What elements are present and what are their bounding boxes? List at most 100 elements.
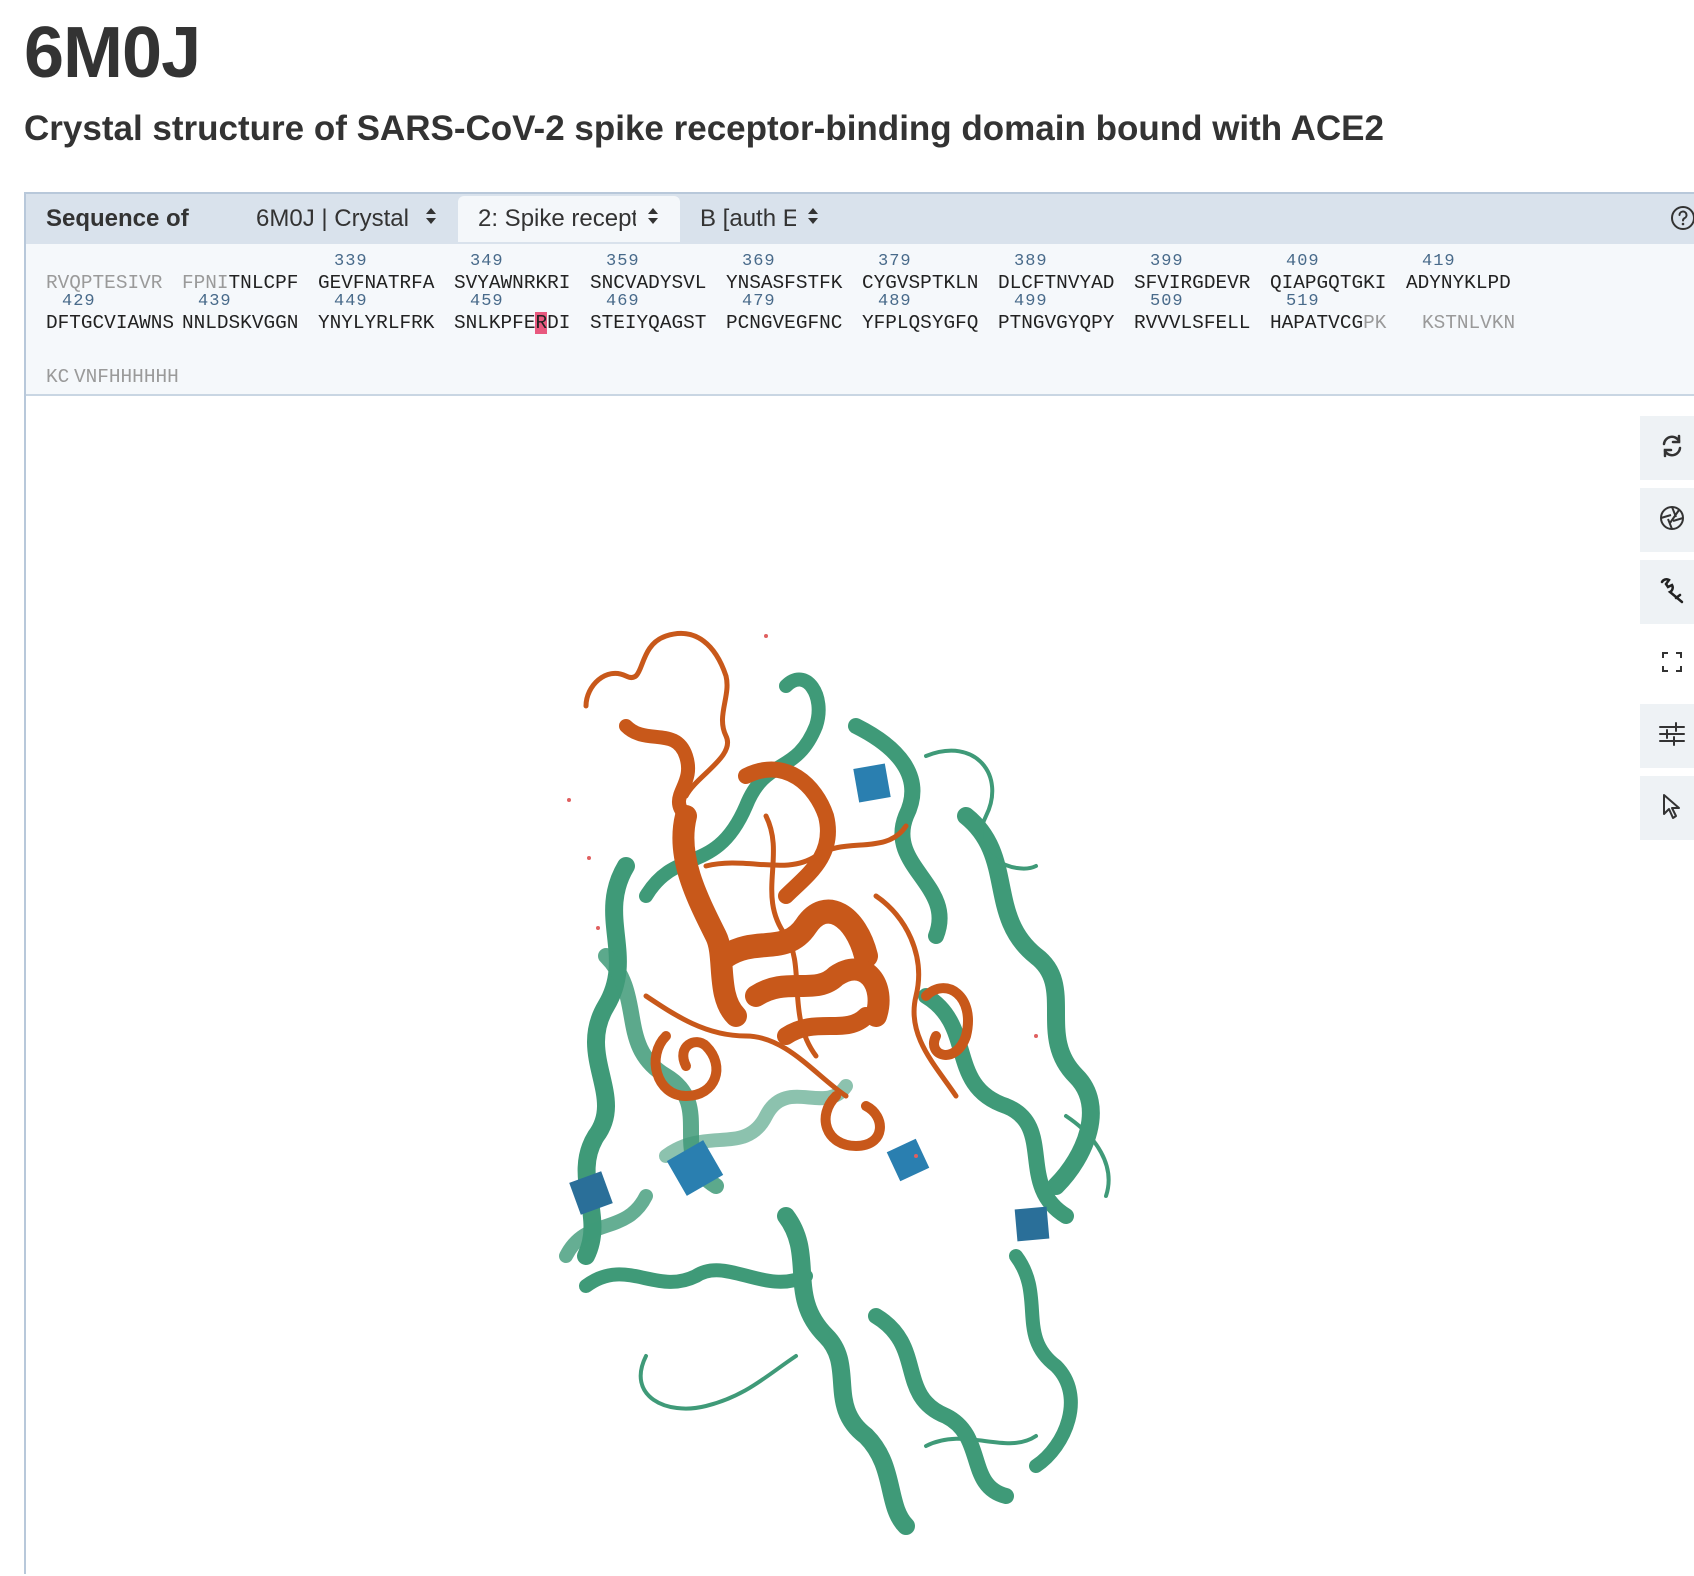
residue-run: RVVVLSFELL (1134, 312, 1251, 334)
residue-number: 509 (1150, 292, 1184, 311)
sequence-of-label: Sequence of (46, 205, 189, 232)
viewer-toolbar (1640, 416, 1694, 848)
residue-run: SNLKPFE (454, 312, 536, 334)
residue-run: SNCVADYSVL (590, 272, 707, 294)
molstar-viewer: Sequence of 6M0J | Crystal s 2: Spike re… (24, 192, 1694, 1574)
residue-number: 419 (1422, 252, 1456, 271)
residue-run: SVYAWNRKRI (454, 272, 571, 294)
settings-button[interactable] (1640, 560, 1694, 624)
screenshot-button[interactable] (1640, 488, 1694, 552)
residue-run: KSTNLVKN (1422, 312, 1516, 334)
residue-number: 409 (1286, 252, 1320, 271)
sort-arrows-icon (646, 205, 660, 233)
residue-run: DLCFTNVYAD (998, 272, 1115, 294)
residue-number: 519 (1286, 292, 1320, 311)
residue-string: RVVVLSFELL (1134, 312, 1250, 334)
camera-shutter-icon (1658, 504, 1686, 537)
residue-run: SFVIRGDEVR (1134, 272, 1251, 294)
residue-string: PCNGVEGFNC (726, 312, 842, 334)
chain-selector-value: B [auth E] (700, 205, 796, 232)
sort-arrows-icon (424, 205, 438, 233)
chain-selector[interactable]: B [auth E] (680, 196, 840, 242)
residue-string: YNSASFSTFK (726, 272, 842, 294)
residue-run: TNLCPF (228, 272, 299, 294)
structure-selector[interactable]: 6M0J | Crystal s (236, 196, 458, 242)
residue-number: 439 (198, 292, 232, 311)
entity-selector-value: 2: Spike recepto (478, 205, 636, 232)
residue-string: SNCVADYSVL (590, 272, 706, 294)
residue-string: SVYAWNRKRI (454, 272, 570, 294)
residue-string: QIAPGQTGKI (1270, 272, 1386, 294)
residue-run: YNYLYRLFRK (318, 312, 435, 334)
residue-number: 389 (1014, 252, 1048, 271)
cursor-icon (1660, 792, 1684, 825)
residue-string: NNLDSKVGGN (182, 312, 298, 334)
residue-run: NNLDSKVGGN (182, 312, 299, 334)
residue-run: RVQPTESIVR (46, 272, 163, 294)
residue-run: PK (1363, 312, 1387, 334)
residue-run: PTNGVGYQPY (998, 312, 1115, 334)
residue-run: DI (547, 312, 571, 334)
entity-selector[interactable]: 2: Spike recepto (458, 196, 680, 242)
highlighted-residue[interactable]: R (535, 312, 548, 334)
residue-number: 339 (334, 252, 368, 271)
sequence-view: RVQPTESIVR FPNITNLCPF 339 GEVFNATRFA 349 SVYA… (26, 244, 1694, 396)
residue-string: ADYNYKLPD (1406, 272, 1511, 294)
residue-run: KC (46, 366, 70, 388)
residue-string: HAPATVCGPK (1270, 312, 1386, 334)
help-circle-icon[interactable] (1670, 205, 1694, 236)
structure-title: Crystal structure of SARS-CoV-2 spike re… (24, 109, 1384, 148)
residue-number: 479 (742, 292, 776, 311)
residue-run: YFPLQSYGFQ (862, 312, 979, 334)
residue-string: STEIYQAGST (590, 312, 706, 334)
residue-string: KSTNLVKN (1422, 312, 1515, 334)
ace2-chain (559, 672, 1111, 1535)
residue-number: 469 (606, 292, 640, 311)
residue-number: 379 (878, 252, 912, 271)
residue-run: YNSASFSTFK (726, 272, 843, 294)
expand-icon (1661, 651, 1683, 678)
residue-string: DFTGCVIAWNS (46, 312, 174, 334)
fullscreen-button[interactable] (1640, 632, 1694, 696)
sequence-header: Sequence of 6M0J | Crystal s 2: Spike re… (26, 194, 1694, 244)
sliders-icon (1658, 721, 1686, 752)
residue-string: RVQPTESIVR (46, 272, 162, 294)
residue-number: 399 (1150, 252, 1184, 271)
residue-number: 369 (742, 252, 776, 271)
selection-mode-button[interactable] (1640, 776, 1694, 840)
residue-number: 489 (878, 292, 912, 311)
residue-number: 349 (470, 252, 504, 271)
residue-run: VNFHHHHHH (74, 366, 179, 388)
residue-string: DLCFTNVYAD (998, 272, 1114, 294)
residue-run: ADYNYKLPD (1406, 272, 1511, 294)
residue-string: YFPLQSYGFQ (862, 312, 978, 334)
residue-string: GEVFNATRFA (318, 272, 434, 294)
residue-number: 429 (62, 292, 96, 311)
residue-number: 459 (470, 292, 504, 311)
residue-string: PTNGVGYQPY (998, 312, 1114, 334)
residue-string: KC (46, 366, 69, 388)
residue-run: CYGVSPTKLN (862, 272, 979, 294)
wrench-icon (1657, 575, 1687, 610)
page-title: 6M0J (24, 13, 201, 93)
residue-string: SFVIRGDEVR (1134, 272, 1250, 294)
residue-run: STEIYQAGST (590, 312, 707, 334)
reset-view-button[interactable] (1640, 416, 1694, 480)
structure-canvas[interactable] (26, 396, 1694, 1576)
controls-button[interactable] (1640, 704, 1694, 768)
structure-selector-value: 6M0J | Crystal s (256, 205, 414, 232)
residue-string: SNLKPFERDI (454, 312, 570, 334)
residue-number: 499 (1014, 292, 1048, 311)
residue-number: 359 (606, 252, 640, 271)
residue-run: PCNGVEGFNC (726, 312, 843, 334)
residue-string: CYGVSPTKLN (862, 272, 978, 294)
refresh-icon (1658, 432, 1686, 465)
residue-run: QIAPGQTGKI (1270, 272, 1387, 294)
residue-run: DFTGCVIAWNS (46, 312, 174, 334)
residue-string: YNYLYRLFRK (318, 312, 434, 334)
residue-run: FPNI (182, 272, 229, 294)
residue-string: VNFHHHHHH (74, 366, 179, 388)
residue-string: FPNITNLCPF (182, 272, 298, 294)
sort-arrows-icon (806, 205, 820, 233)
residue-number: 449 (334, 292, 368, 311)
